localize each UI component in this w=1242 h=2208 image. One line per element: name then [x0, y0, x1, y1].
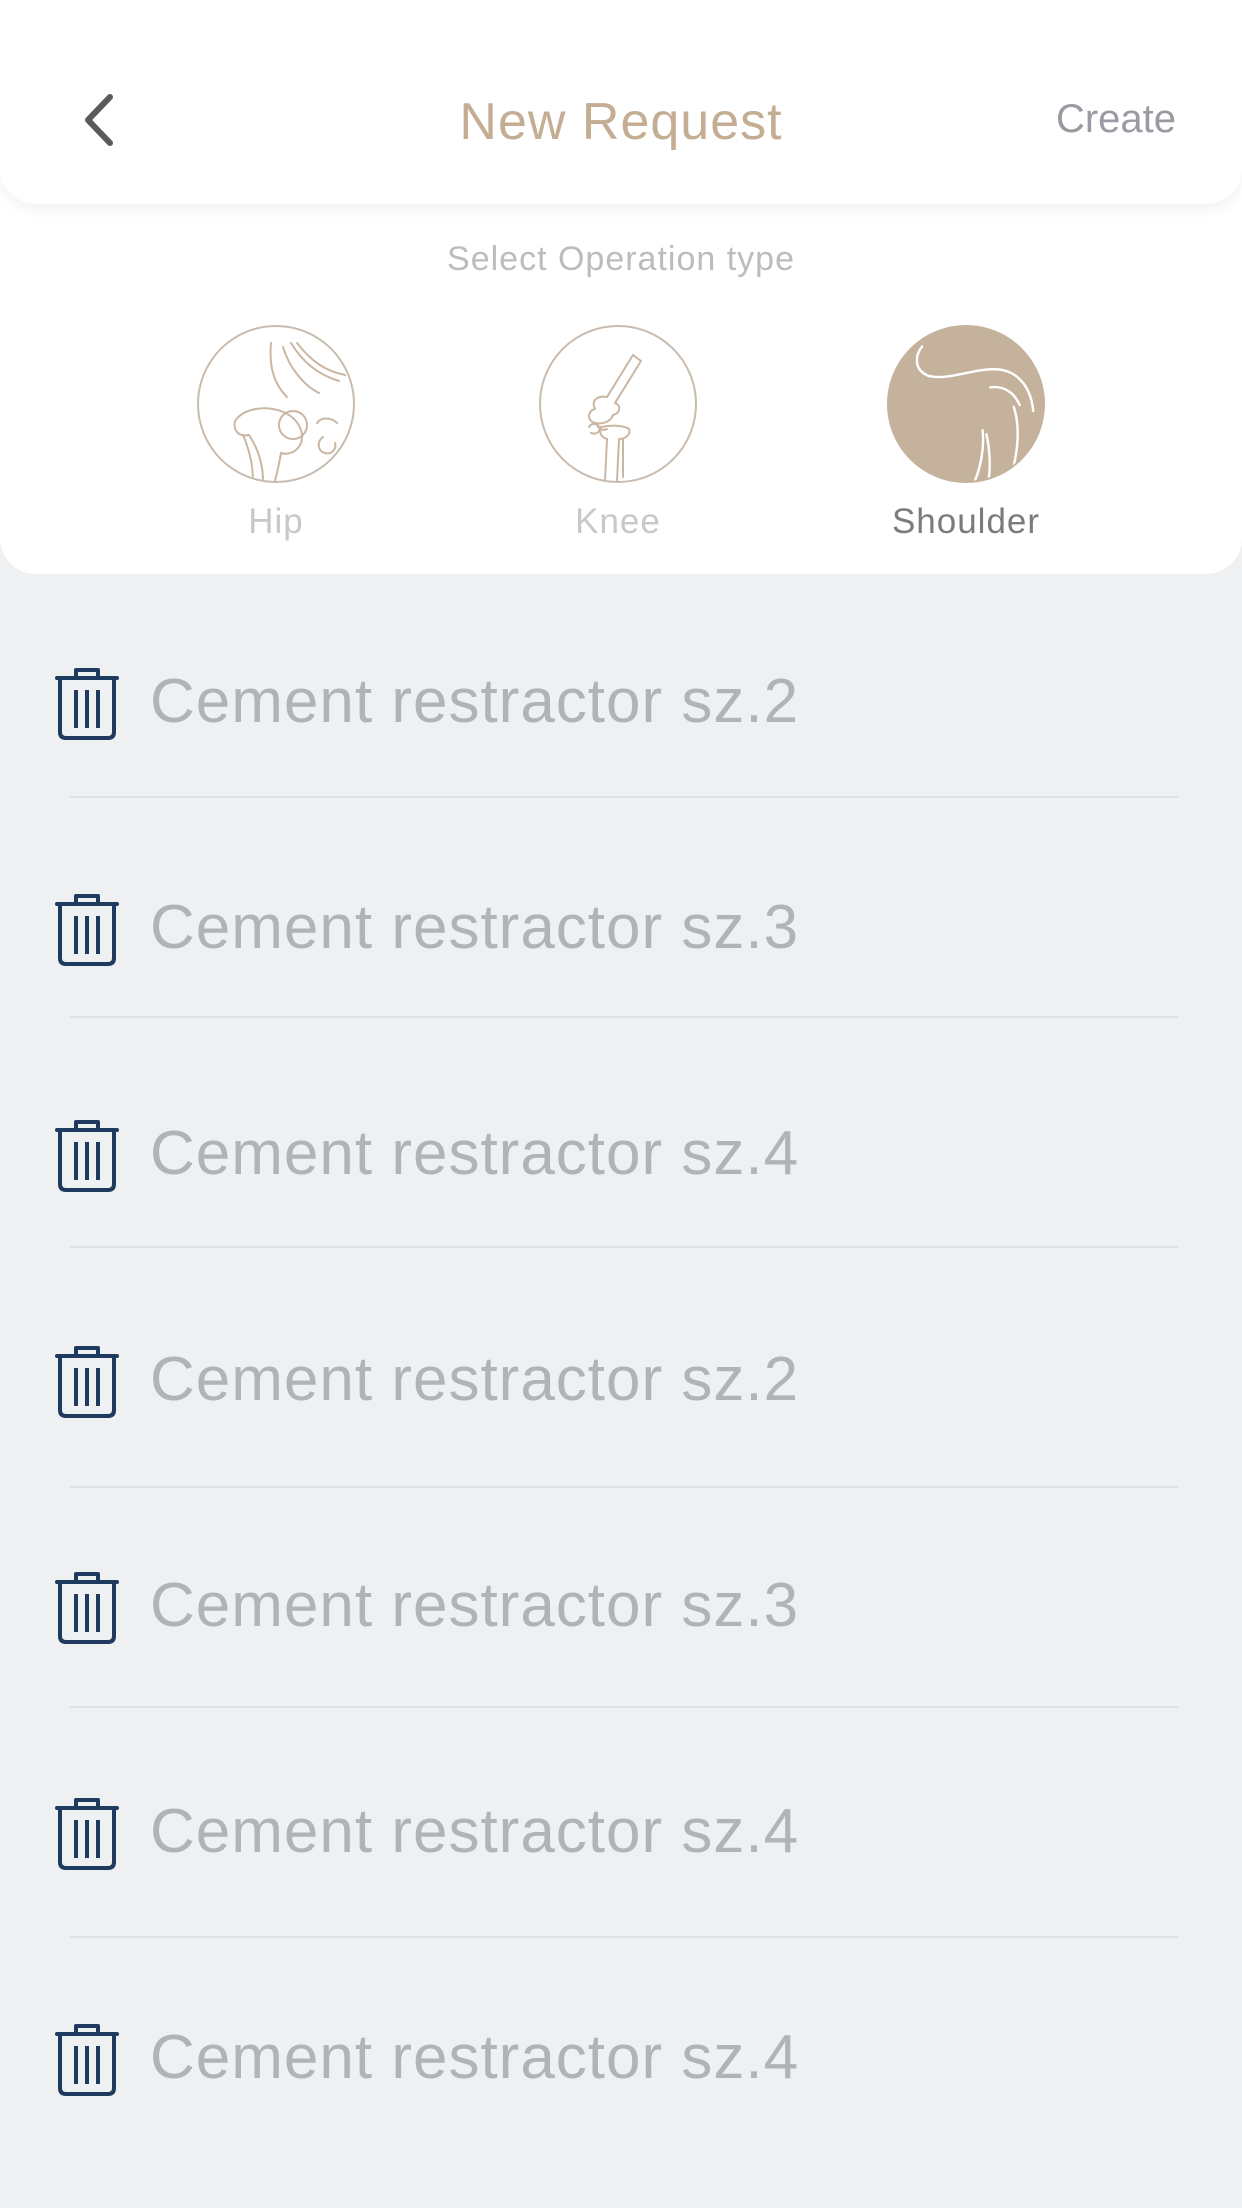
- divider: [70, 1246, 1178, 1248]
- operation-option-label: Hip: [248, 502, 304, 541]
- divider: [70, 1706, 1178, 1708]
- list-item: Cement restractor sz.3: [0, 874, 1242, 974]
- create-button[interactable]: Create: [1056, 92, 1176, 146]
- knee-joint-icon: [539, 325, 697, 483]
- list-item: Cement restractor sz.2: [0, 1326, 1242, 1426]
- trash-icon[interactable]: [54, 1570, 120, 1646]
- operation-option-shoulder[interactable]: Shoulder: [856, 325, 1076, 545]
- list-item-label: Cement restractor sz.2: [150, 1345, 800, 1414]
- operation-option-hip[interactable]: Hip: [166, 325, 386, 545]
- divider: [70, 1936, 1178, 1938]
- operation-option-label: Knee: [575, 502, 661, 541]
- list-item: Cement restractor sz.3: [0, 1552, 1242, 1652]
- list-item: Cement restractor sz.2: [0, 648, 1242, 748]
- trash-icon[interactable]: [54, 1118, 120, 1194]
- divider: [70, 1016, 1178, 1018]
- divider: [70, 796, 1178, 798]
- top-bar: New Request Create: [0, 0, 1242, 204]
- trash-icon[interactable]: [54, 1796, 120, 1872]
- operation-option-knee[interactable]: Knee: [508, 325, 728, 545]
- list-item-label: Cement restractor sz.4: [150, 2023, 800, 2092]
- trash-icon[interactable]: [54, 1344, 120, 1420]
- shoulder-icon: [887, 325, 1045, 483]
- list-item-label: Cement restractor sz.3: [150, 893, 800, 962]
- list-item: Cement restractor sz.4: [0, 2004, 1242, 2104]
- divider: [70, 1486, 1178, 1488]
- operation-option-label: Shoulder: [891, 502, 1041, 541]
- operation-type-heading: Select Operation type: [447, 240, 795, 278]
- list-item: Cement restractor sz.4: [0, 1778, 1242, 1878]
- trash-icon[interactable]: [54, 892, 120, 968]
- operation-type-panel: Select Operation type Hip Knee Shoulder: [0, 150, 1242, 574]
- list-item-label: Cement restractor sz.3: [150, 1571, 800, 1640]
- list-item-label: Cement restractor sz.4: [150, 1797, 800, 1866]
- list-item-label: Cement restractor sz.4: [150, 1119, 800, 1188]
- list-item: Cement restractor sz.4: [0, 1100, 1242, 1200]
- trash-icon[interactable]: [54, 2022, 120, 2098]
- hip-joint-icon: [197, 325, 355, 483]
- trash-icon[interactable]: [54, 666, 120, 742]
- list-item-label: Cement restractor sz.2: [150, 667, 800, 736]
